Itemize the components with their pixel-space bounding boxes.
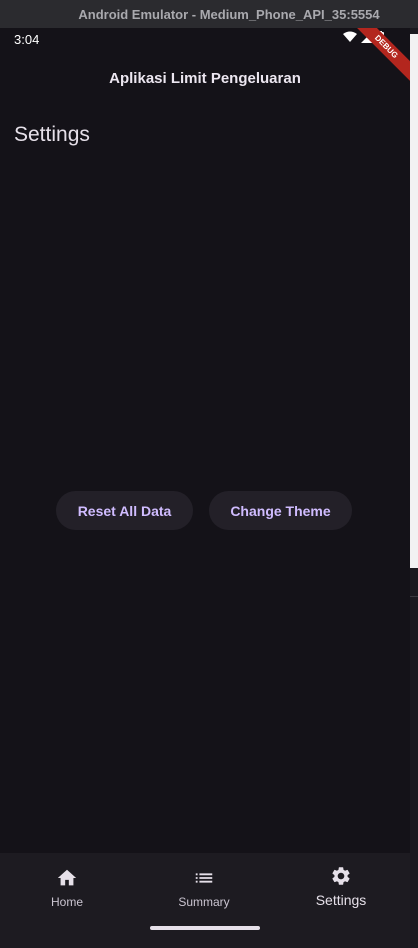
nav-label-home: Home [50, 895, 83, 909]
page-title: Settings [14, 123, 90, 146]
list-icon [195, 873, 213, 883]
nav-label-settings: Settings [315, 892, 367, 908]
change-theme-button[interactable]: Change Theme [209, 491, 352, 530]
reset-all-data-button[interactable]: Reset All Data [56, 491, 193, 530]
gear-icon [332, 867, 350, 885]
nav-item-summary[interactable]: Summary [154, 867, 254, 909]
nav-item-settings[interactable]: Settings [291, 865, 391, 908]
emulator-title-bar: Android Emulator - Medium_Phone_API_35:5… [0, 0, 418, 28]
side-panel-divider [410, 596, 418, 597]
emulator-side-panel [410, 28, 418, 948]
home-indicator[interactable] [150, 926, 260, 930]
side-panel-bar [410, 34, 418, 568]
home-icon [57, 869, 77, 886]
status-time: 3:04 [14, 32, 40, 47]
app-bar-title: Aplikasi Limit Pengeluaran [109, 70, 301, 87]
phone-screen: 3:04 DEBUG Aplikasi Limit Pengeluaran Se… [0, 28, 410, 948]
nav-item-home[interactable]: Home [17, 867, 117, 909]
nav-label-summary: Summary [178, 895, 230, 909]
status-bar: 3:04 DEBUG [0, 28, 410, 88]
wifi-icon [343, 31, 357, 42]
emulator-title: Android Emulator - Medium_Phone_API_35:5… [78, 6, 380, 22]
bottom-navigation: Home Summary Settings [0, 853, 410, 948]
